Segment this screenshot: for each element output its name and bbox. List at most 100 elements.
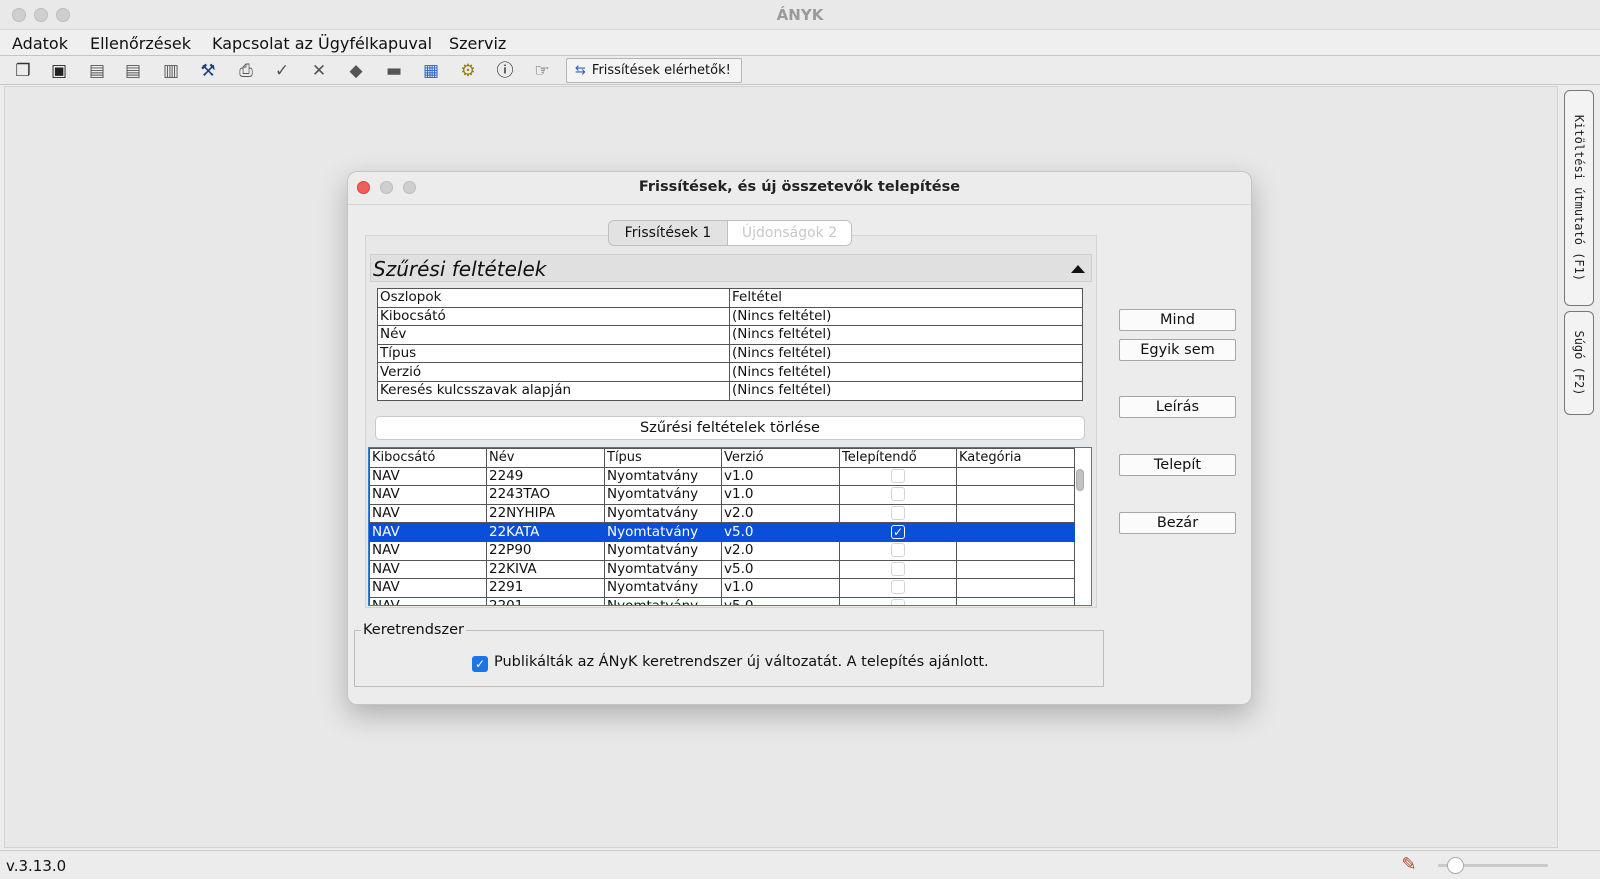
install-checkbox[interactable] — [891, 468, 905, 483]
cell-category — [956, 466, 1075, 487]
delete-icon[interactable]: ✕ — [308, 60, 330, 82]
clear-filters-button[interactable]: Szűrési feltételek törlése — [375, 416, 1085, 440]
updates-available-button[interactable]: ⇆ Frissítések elérhetők! — [566, 58, 742, 83]
filter-row[interactable]: Verzió (Nincs feltétel) — [377, 362, 1083, 382]
filter-condition-cell[interactable]: (Nincs feltétel) — [729, 362, 1083, 382]
cell-category — [956, 485, 1075, 505]
filter-condition-cell[interactable]: (Nincs feltétel) — [729, 306, 1083, 327]
install-checkbox[interactable] — [891, 580, 905, 595]
install-button[interactable]: Telepít — [1119, 454, 1236, 476]
cell-issuer: NAV — [369, 522, 487, 542]
header-issuer[interactable]: Kibocsátó — [369, 448, 487, 468]
attachments-icon[interactable]: ▥ — [160, 60, 182, 82]
table-row[interactable]: NAV2201Nyomtatványv5.0 — [369, 596, 1075, 605]
filter-section-title: Szűrési feltételek — [373, 257, 547, 281]
install-checkbox[interactable] — [891, 561, 905, 576]
header-type[interactable]: Típus — [604, 448, 722, 468]
check-icon[interactable]: ✓ — [271, 60, 293, 82]
filter-condition-cell[interactable]: (Nincs feltétel) — [729, 325, 1083, 345]
filter-section-header[interactable]: Szűrési feltételek — [370, 254, 1092, 282]
print-icon[interactable]: ⎙ — [235, 60, 257, 82]
header-version[interactable]: Verzió — [721, 448, 840, 468]
cell-issuer: NAV — [369, 503, 487, 524]
tab-news[interactable]: Újdonságok 2 — [727, 221, 851, 245]
import-icon[interactable]: ▤ — [86, 60, 108, 82]
tools-icon[interactable]: ⚒ — [197, 60, 219, 82]
header-name[interactable]: Név — [486, 448, 605, 468]
filter-table: Oszlopok Feltétel Kibocsátó (Nincs felté… — [377, 288, 1083, 401]
filter-table-header: Oszlopok Feltétel — [377, 288, 1083, 308]
calculator-icon[interactable]: ▦ — [420, 60, 442, 82]
side-tab-help[interactable]: Súgó (F2) — [1564, 311, 1594, 415]
menu-adatok[interactable]: Adatok — [12, 34, 68, 53]
filter-column-cell: Típus — [377, 343, 730, 364]
description-button[interactable]: Leírás — [1119, 396, 1236, 418]
tab-updates[interactable]: Frissítések 1 — [609, 221, 727, 245]
install-checkbox[interactable] — [891, 543, 905, 558]
zoom-slider-thumb[interactable] — [1446, 857, 1464, 874]
new-document-icon[interactable]: ❐ — [12, 60, 34, 82]
table-scrollbar[interactable] — [1076, 469, 1084, 491]
cell-category — [956, 522, 1075, 542]
settings-gears-icon[interactable]: ⚙ — [457, 60, 479, 82]
cell-install — [839, 596, 957, 605]
export-icon[interactable]: ▤ — [122, 60, 144, 82]
collapse-arrow-icon[interactable] — [1071, 265, 1085, 273]
table-row[interactable]: NAV 2243TAO Nyomtatvány v1.0 — [369, 485, 1075, 505]
install-checkbox[interactable] — [891, 506, 905, 521]
cell-issuer: NAV — [369, 485, 487, 505]
filter-condition-cell[interactable]: (Nincs feltétel) — [729, 343, 1083, 364]
install-checkbox[interactable] — [891, 599, 905, 605]
close-button[interactable]: Bezár — [1119, 512, 1236, 534]
filter-column-cell: Keresés kulcsszavak alapján — [377, 380, 730, 401]
filter-condition-cell[interactable]: (Nincs feltétel) — [729, 380, 1083, 401]
cell-version: v5.0 — [721, 559, 840, 580]
cell-install — [839, 540, 957, 561]
table-row[interactable]: NAV 22NYHIPA Nyomtatvány v2.0 — [369, 503, 1075, 524]
pointer-hand-icon[interactable]: ☞ — [531, 60, 553, 82]
table-row[interactable]: NAV 2249 Nyomtatvány v1.0 — [369, 466, 1075, 487]
cell-issuer: NAV — [369, 559, 487, 580]
framework-checkbox[interactable]: ✓ — [472, 656, 488, 672]
menu-kapcsolat[interactable]: Kapcsolat az Ügyfélkapuval — [212, 34, 432, 53]
cell-name: 22P90 — [486, 540, 605, 561]
filter-row[interactable]: Név (Nincs feltétel) — [377, 325, 1083, 345]
install-checkbox[interactable] — [891, 487, 905, 502]
framework-checkbox-row[interactable]: ✓ Publikálták az ÁNyK keretrendszer új vá… — [472, 654, 989, 672]
menu-szerviz[interactable]: Szerviz — [449, 34, 506, 53]
cell-version: v2.0 — [721, 503, 840, 524]
select-all-button[interactable]: Mind — [1119, 309, 1236, 331]
select-none-button[interactable]: Egyik sem — [1119, 339, 1236, 361]
menu-ellenorzesek[interactable]: Ellenőrzések — [90, 34, 191, 53]
cell-type: Nyomtatvány — [604, 485, 722, 505]
filter-row[interactable]: Kibocsátó (Nincs feltétel) — [377, 306, 1083, 327]
filter-row[interactable]: Keresés kulcsszavak alapján (Nincs felté… — [377, 380, 1083, 401]
side-tab-guide[interactable]: Kitöltési útmutató (F1) — [1564, 90, 1594, 306]
table-row[interactable]: NAV 22KIVA Nyomtatvány v5.0 — [369, 559, 1075, 580]
header-install[interactable]: Telepítendő — [839, 448, 957, 468]
info-icon[interactable]: ⓘ — [494, 60, 516, 82]
table-row[interactable]: NAV 22P90 Nyomtatvány v2.0 — [369, 540, 1075, 561]
filter-row[interactable]: Típus (Nincs feltétel) — [377, 343, 1083, 364]
dialog-tabs: Frissítések 1 Újdonságok 2 — [608, 220, 852, 246]
table-row[interactable]: NAV 22KATA Nyomtatvány v5.0 ✓ — [369, 522, 1075, 542]
cell-issuer: NAV — [369, 596, 487, 605]
form-icon[interactable]: ◆ — [345, 60, 367, 82]
table-header-row: Kibocsátó Név Típus Verzió Telepítendő K… — [369, 448, 1075, 468]
filter-column-cell: Verzió — [377, 362, 730, 382]
cell-version: v5.0 — [721, 596, 840, 605]
header-category[interactable]: Kategória — [956, 448, 1075, 468]
table-row[interactable]: NAV 2291 Nyomtatvány v1.0 — [369, 578, 1075, 598]
cell-version: v1.0 — [721, 578, 840, 598]
install-checkbox[interactable]: ✓ — [891, 524, 905, 539]
cell-name: 2201 — [486, 596, 605, 605]
envelope-icon[interactable]: ▬ — [383, 60, 405, 82]
cell-version: v5.0 — [721, 522, 840, 542]
toolbar: ❐ ▣ ▤ ▤ ▥ ⚒ ⎙ ✓ ✕ ◆ ▬ ▦ ⚙ ⓘ ☞ ⇆ Frissítés… — [0, 57, 1600, 85]
save-icon[interactable]: ▣ — [48, 60, 70, 82]
cell-install — [839, 503, 957, 524]
menu-bar: Adatok Ellenőrzések Kapcsolat az Ügyfélk… — [0, 30, 1600, 56]
components-table[interactable]: Kibocsátó Név Típus Verzió Telepítendő K… — [368, 447, 1092, 606]
framework-checkbox-label: Publikálták az ÁNyK keretrendszer új vál… — [494, 654, 989, 670]
cell-name: 2249 — [486, 466, 605, 487]
